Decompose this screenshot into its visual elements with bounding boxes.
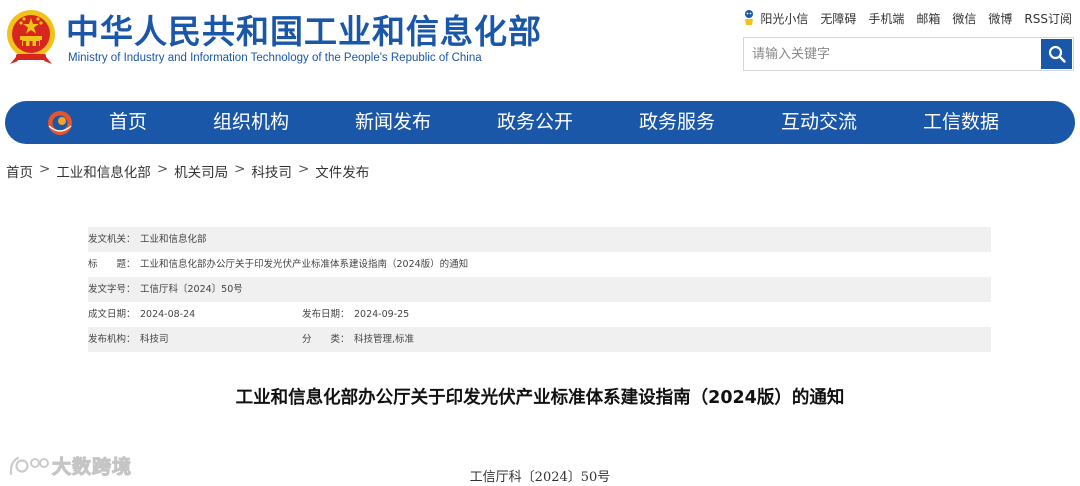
breadcrumb-separator: > (297, 161, 310, 177)
search-input[interactable] (744, 38, 1040, 70)
breadcrumb: 首页 > 工业和信息化部 > 机关司局 > 科技司 > 文件发布 (6, 161, 369, 181)
mascot-icon (745, 10, 754, 25)
watermark-logo-icon (9, 456, 49, 475)
org-value: 科技司 (140, 334, 169, 345)
nav-item-news[interactable]: 新闻发布 (355, 101, 431, 144)
breadcrumb-ministry[interactable]: 工业和信息化部 (56, 161, 151, 181)
main-nav: 首页 组织机构 新闻发布 政务公开 政务服务 互动交流 工信数据 (5, 101, 1075, 144)
nav-item-gov-services[interactable]: 政务服务 (639, 101, 715, 144)
toplink-mail[interactable]: 邮箱 (916, 10, 940, 27)
search-button[interactable] (1041, 39, 1072, 69)
nav-item-home[interactable]: 首页 (109, 101, 147, 144)
breadcrumb-separator: > (39, 161, 51, 177)
written-date-value: 2024-08-24 (140, 309, 196, 320)
article-docno: 工信厅科〔2024〕50号 (469, 470, 611, 485)
miit-logo-icon (48, 111, 72, 135)
published-date-value: 2024-09-25 (354, 309, 410, 320)
document-meta-table: 发文机关： 工业和信息化部 标 题： 工业和信息化部办公厅关于印发光伏产业标准体… (88, 227, 991, 352)
breadcrumb-documents[interactable]: 文件发布 (315, 161, 369, 181)
docno-label: 发文字号： (88, 284, 136, 295)
issuer-label: 发文机关： (88, 234, 136, 245)
meta-row-issuer: 发文机关： 工业和信息化部 (88, 227, 991, 252)
nav-item-data[interactable]: 工信数据 (923, 101, 999, 144)
toplink-wechat[interactable]: 微信 (952, 10, 976, 27)
search-box (743, 37, 1074, 71)
toplink-weibo[interactable]: 微博 (988, 10, 1012, 27)
toplink-sunshine[interactable]: 阳光小信 (742, 9, 808, 27)
docno-value: 工信厅科〔2024〕50号 (140, 284, 243, 295)
written-date-label: 成文日期： (88, 309, 136, 320)
search-icon (1048, 45, 1066, 63)
toplink-rss[interactable]: RSS订阅 (1024, 10, 1072, 27)
issuer-value: 工业和信息化部 (140, 234, 207, 245)
nav-item-organization[interactable]: 组织机构 (213, 101, 289, 144)
watermark: 大数跨境 (8, 452, 132, 479)
site-title-en: Ministry of Industry and Information Tec… (68, 52, 482, 64)
category-value: 科技管理,标准 (354, 334, 415, 345)
published-date-label: 发布日期： (302, 309, 350, 320)
nav-item-gov-affairs[interactable]: 政务公开 (497, 101, 573, 144)
top-links: 阳光小信 无障碍 手机端 邮箱 微信 微博 RSS订阅 (730, 9, 1072, 27)
nav-item-interaction[interactable]: 互动交流 (781, 101, 857, 144)
meta-row-title: 标 题： 工业和信息化部办公厅关于印发光伏产业标准体系建设指南（2024版）的通… (88, 252, 991, 277)
site-title: 中华人民共和国工业和信息化部 (66, 12, 542, 51)
toplink-mobile[interactable]: 手机端 (868, 10, 904, 27)
toplink-label: 阳光小信 (760, 11, 809, 26)
breadcrumb-home[interactable]: 首页 (6, 161, 33, 181)
meta-row-dates: 成文日期： 2024-08-24 发布日期： 2024-09-25 (88, 302, 991, 327)
title-value: 工业和信息化部办公厅关于印发光伏产业标准体系建设指南（2024版）的通知 (140, 259, 469, 270)
meta-row-org: 发布机构： 科技司 分 类： 科技管理,标准 (88, 327, 991, 352)
meta-row-docno: 发文字号： 工信厅科〔2024〕50号 (88, 277, 991, 302)
title-label: 标 题： (88, 259, 136, 270)
breadcrumb-departments[interactable]: 机关司局 (174, 161, 228, 181)
category-label: 分 类： (302, 334, 350, 345)
breadcrumb-tech-dept[interactable]: 科技司 (251, 161, 292, 181)
breadcrumb-separator: > (156, 161, 169, 177)
watermark-text: 大数跨境 (51, 456, 133, 479)
breadcrumb-separator: > (234, 161, 246, 177)
toplink-accessibility[interactable]: 无障碍 (820, 10, 856, 27)
article-title: 工业和信息化部办公厅关于印发光伏产业标准体系建设指南（2024版）的通知 (235, 388, 845, 408)
org-label: 发布机构： (88, 334, 136, 345)
national-emblem-icon (7, 10, 55, 64)
